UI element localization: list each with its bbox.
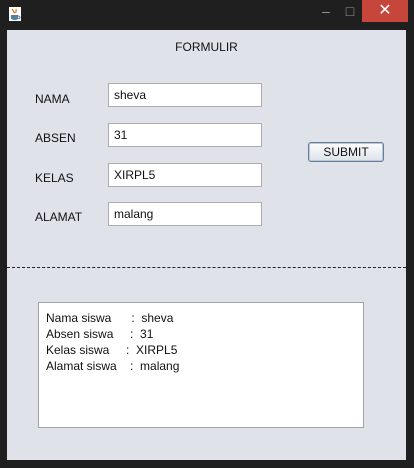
output-textarea[interactable]: Nama siswa : sheva Absen siswa : 31 Kela… (38, 302, 364, 428)
kelas-label: KELAS (35, 171, 74, 185)
output-line-alamat: Alamat siswa : malang (46, 359, 180, 373)
form-title: FORMULIR (175, 40, 238, 54)
alamat-label: ALAMAT (35, 210, 83, 224)
separator (7, 267, 406, 268)
close-button[interactable]: ✕ (362, 0, 408, 22)
app-window: – □ ✕ FORMULIR NAMA ABSEN KELAS ALAMAT S… (0, 0, 414, 468)
form-panel: FORMULIR NAMA ABSEN KELAS ALAMAT SUBMIT … (7, 30, 406, 460)
title-bar[interactable]: – □ ✕ (0, 0, 414, 28)
kelas-field[interactable] (108, 163, 262, 187)
output-line-absen: Absen siswa : 31 (46, 327, 154, 341)
absen-label: ABSEN (35, 131, 76, 145)
nama-field[interactable] (108, 83, 262, 107)
absen-field[interactable] (108, 123, 262, 147)
output-line-kelas: Kelas siswa : XIRPL5 (46, 343, 178, 357)
alamat-field[interactable] (108, 202, 262, 226)
nama-label: NAMA (35, 92, 70, 106)
output-line-nama: Nama siswa : sheva (46, 311, 174, 325)
java-cup-icon (9, 7, 21, 21)
submit-button[interactable]: SUBMIT (308, 142, 384, 162)
